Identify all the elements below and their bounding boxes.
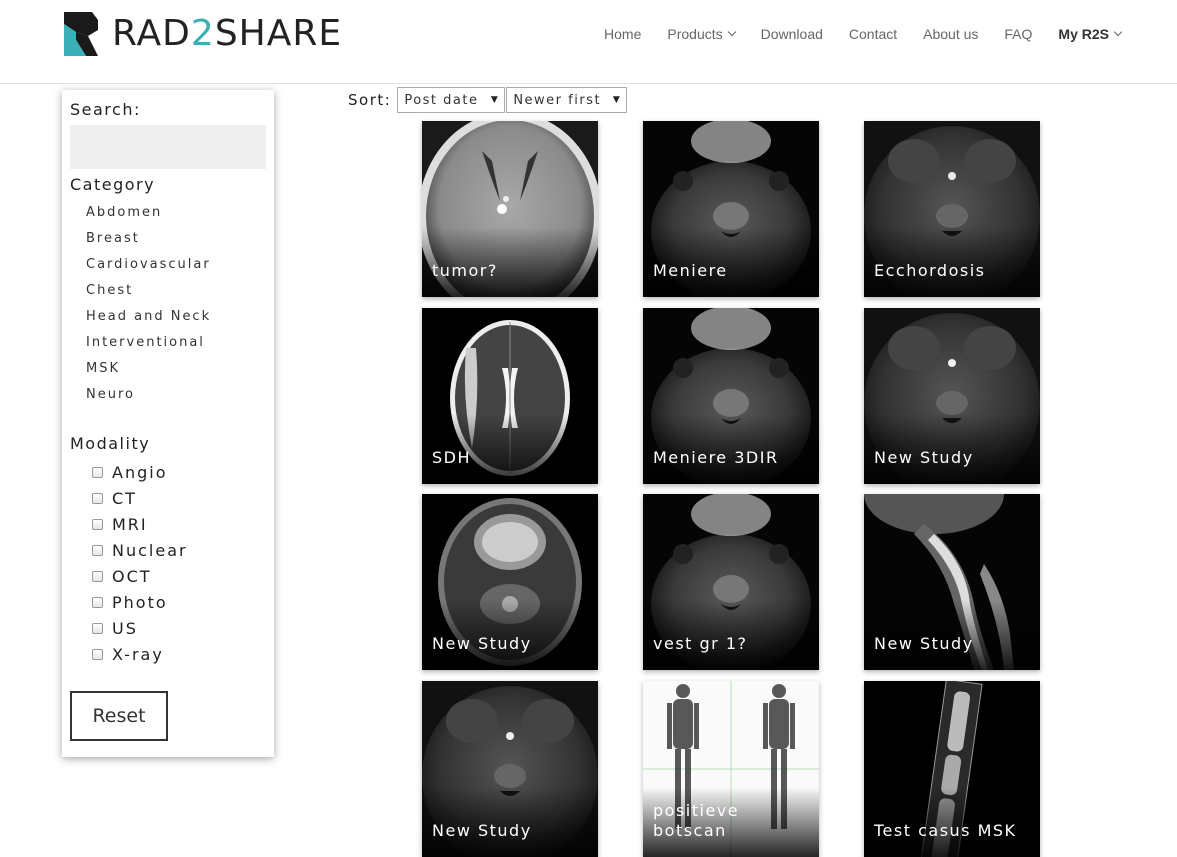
search-input[interactable] bbox=[70, 125, 266, 169]
study-title: Test casus MSK bbox=[874, 820, 1017, 840]
modality-label: OCT bbox=[112, 566, 152, 586]
nav-item-label: Products bbox=[667, 26, 723, 42]
site-header: RAD2SHARE Home Products Download Contact Abo… bbox=[0, 0, 1177, 84]
category-item[interactable]: MSK bbox=[70, 356, 266, 382]
reset-button[interactable]: Reset bbox=[70, 691, 168, 741]
category-list: Abdomen Breast Cardiovascular Chest Head and… bbox=[70, 200, 266, 408]
nav-item-label: Home bbox=[604, 26, 642, 42]
rad2share-logo-icon bbox=[64, 12, 98, 56]
study-card[interactable]: New Study bbox=[422, 494, 598, 670]
category-item[interactable]: Head and Neck bbox=[70, 304, 266, 330]
study-card[interactable]: tumor? bbox=[422, 121, 598, 297]
modality-list: Angio CT MRI Nuclear OCT Photo US X-ray bbox=[70, 459, 266, 667]
nav-item-label: FAQ bbox=[1004, 26, 1033, 42]
modality-item[interactable]: X-ray bbox=[70, 641, 266, 667]
modality-checkbox[interactable] bbox=[92, 570, 103, 582]
filter-sidebar: Search: Category Abdomen Breast Cardiovasc… bbox=[62, 90, 274, 757]
modality-checkbox[interactable] bbox=[92, 648, 103, 660]
nav-item-label: Download bbox=[760, 26, 823, 42]
study-title: positieve botscan bbox=[653, 800, 740, 840]
nav-item-label: Contact bbox=[848, 26, 898, 42]
study-title: SDH bbox=[432, 447, 472, 467]
nav-item[interactable]: About us bbox=[923, 26, 978, 42]
sort-order-select[interactable]: Newer first ▼ bbox=[506, 87, 628, 113]
sort-controls: Sort: Post date ▼ Newer first ▼ bbox=[348, 87, 628, 113]
category-item[interactable]: Breast bbox=[70, 226, 266, 252]
modality-item[interactable]: OCT bbox=[70, 563, 266, 589]
modality-label: US bbox=[112, 618, 138, 638]
sort-field-select[interactable]: Post date ▼ bbox=[397, 87, 506, 113]
study-title: tumor? bbox=[432, 261, 498, 280]
sort-order-value: Newer first bbox=[513, 92, 602, 108]
modality-checkbox[interactable] bbox=[92, 492, 103, 504]
sort-field-value: Post date bbox=[404, 92, 479, 108]
modality-checkbox[interactable] bbox=[92, 518, 103, 530]
modality-label: Angio bbox=[112, 462, 168, 482]
study-card[interactable]: Test casus MSK bbox=[864, 680, 1040, 857]
study-title: New Study bbox=[874, 634, 974, 653]
modality-label: X-ray bbox=[112, 644, 164, 664]
category-item[interactable]: Cardiovascular bbox=[70, 252, 266, 278]
main-nav: Home Products Download Contact About us FAQ My… bbox=[578, 22, 1123, 46]
study-card[interactable]: New Study bbox=[422, 680, 598, 857]
modality-item[interactable]: MRI bbox=[70, 511, 266, 537]
nav-item-label: About us bbox=[923, 26, 979, 42]
sort-label: Sort: bbox=[348, 91, 392, 109]
logo[interactable]: RAD2SHARE bbox=[62, 10, 342, 58]
modality-label: CT bbox=[112, 488, 137, 508]
modality-item[interactable]: US bbox=[70, 615, 266, 641]
category-item[interactable]: Interventional bbox=[70, 330, 266, 356]
modality-label: Photo bbox=[112, 592, 168, 612]
nav-item[interactable]: Home bbox=[604, 26, 641, 42]
nav-item[interactable]: My R2S bbox=[1058, 26, 1123, 42]
modality-item[interactable]: CT bbox=[70, 485, 266, 511]
study-card[interactable]: New Study bbox=[864, 494, 1040, 670]
modality-label: MRI bbox=[112, 514, 148, 534]
study-card[interactable]: Meniere 3DIR bbox=[643, 307, 819, 484]
modality-checkbox[interactable] bbox=[92, 622, 103, 634]
modality-checkbox[interactable] bbox=[92, 466, 103, 478]
modality-item[interactable]: Photo bbox=[70, 589, 266, 615]
nav-item[interactable]: Products bbox=[667, 26, 736, 42]
study-card[interactable]: Ecchordosis bbox=[864, 121, 1040, 297]
study-card[interactable]: vest gr 1? bbox=[643, 494, 819, 670]
modality-checkbox[interactable] bbox=[92, 544, 103, 556]
category-item[interactable]: Neuro bbox=[70, 382, 266, 408]
nav-item-label: My R2S bbox=[1058, 26, 1109, 42]
category-item[interactable]: Chest bbox=[70, 278, 266, 304]
modality-label: Modality bbox=[70, 434, 151, 453]
study-title: Meniere 3DIR bbox=[653, 447, 779, 467]
dropdown-arrow-icon: ▼ bbox=[490, 95, 500, 105]
study-title: New Study bbox=[874, 447, 974, 467]
study-title: Ecchordosis bbox=[874, 261, 986, 280]
nav-item[interactable]: Contact bbox=[849, 26, 897, 42]
modality-label: Nuclear bbox=[112, 540, 188, 560]
modality-checkbox[interactable] bbox=[92, 596, 103, 608]
dropdown-arrow-icon: ▼ bbox=[612, 95, 622, 105]
study-card[interactable]: Meniere bbox=[643, 121, 819, 297]
category-item[interactable]: Abdomen bbox=[70, 200, 266, 226]
study-title: New Study bbox=[432, 634, 532, 653]
modality-item[interactable]: Nuclear bbox=[70, 537, 266, 563]
brand-name: RAD2SHARE bbox=[112, 13, 343, 54]
search-label: Search: bbox=[70, 100, 141, 119]
chevron-down-icon bbox=[1113, 27, 1123, 37]
nav-item[interactable]: Download bbox=[761, 26, 823, 42]
chevron-down-icon bbox=[727, 27, 736, 37]
study-title: Meniere bbox=[653, 261, 728, 280]
study-card[interactable]: SDH bbox=[422, 307, 598, 484]
nav-item[interactable]: FAQ bbox=[1004, 26, 1032, 42]
study-card[interactable]: New Study bbox=[864, 307, 1040, 484]
category-label: Category bbox=[70, 175, 156, 194]
modality-item[interactable]: Angio bbox=[70, 459, 266, 485]
study-card[interactable]: positieve botscan bbox=[643, 680, 819, 857]
study-title: New Study bbox=[432, 820, 532, 840]
study-title: vest gr 1? bbox=[653, 634, 748, 653]
